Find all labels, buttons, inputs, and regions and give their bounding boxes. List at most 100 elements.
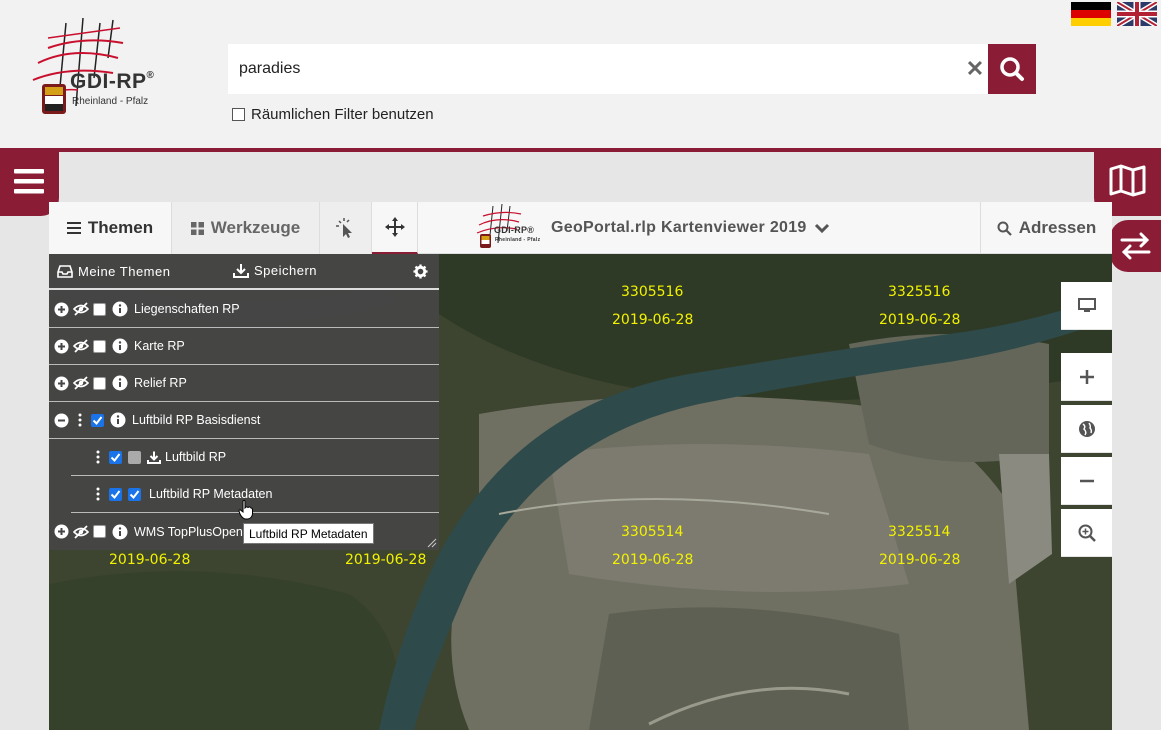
tab-werkzeuge[interactable]: Werkzeuge: [172, 202, 320, 254]
expand-plus-icon[interactable]: [54, 302, 69, 317]
query-checkbox[interactable]: [128, 450, 141, 464]
tab-werkzeuge-label: Werkzeuge: [210, 218, 301, 237]
layer-row[interactable]: Karte RP: [49, 328, 439, 365]
visibility-off-icon[interactable]: [73, 376, 89, 390]
drag-handle-icon[interactable]: [91, 487, 105, 501]
layer-checkbox[interactable]: [93, 339, 106, 353]
gdi-rp-logo[interactable]: GDI-RP® Rheinland - Pfalz: [28, 17, 178, 123]
logo-subtitle: Rheinland - Pfalz: [72, 96, 149, 107]
fullscreen-button[interactable]: [1061, 282, 1112, 330]
my-themes-button[interactable]: Meine Themen: [57, 264, 170, 279]
layer-name: Luftbild RP Basisdienst: [132, 413, 261, 427]
zoom-in-button[interactable]: [1061, 353, 1112, 401]
full-extent-button[interactable]: [1061, 405, 1112, 453]
save-button[interactable]: Speichern: [233, 263, 317, 278]
expand-plus-icon[interactable]: [54, 376, 69, 391]
grid-tile-date: 2019-06-28: [612, 312, 694, 328]
header-divider: [0, 148, 1161, 152]
info-icon[interactable]: [110, 412, 126, 428]
sublayer-row[interactable]: Luftbild RP Metadaten: [71, 476, 439, 513]
inbox-icon: [57, 265, 73, 278]
grid-tile-date: 2019-06-28: [879, 552, 961, 568]
layer-row[interactable]: Luftbild RP Basisdienst: [49, 402, 439, 439]
expand-plus-icon[interactable]: [54, 339, 69, 354]
layer-name: Karte RP: [134, 339, 185, 353]
search-icon: [1000, 57, 1024, 81]
my-themes-label: Meine Themen: [78, 264, 171, 279]
zoom-magnifier-icon: [1078, 524, 1096, 542]
search-button[interactable]: [988, 44, 1036, 94]
minus-icon: [1079, 479, 1094, 482]
uk-flag-icon[interactable]: [1117, 2, 1157, 26]
visibility-off-icon[interactable]: [73, 339, 89, 353]
layer-checkbox[interactable]: [93, 525, 106, 538]
download-icon[interactable]: [147, 451, 161, 464]
layer-name: Luftbild RP: [165, 450, 227, 464]
settings-button[interactable]: [413, 264, 428, 279]
layer-panel-header: Meine Themen Speichern: [49, 254, 439, 290]
grid-tile-date: 2019-06-28: [612, 552, 694, 568]
info-icon[interactable]: [112, 301, 128, 317]
plus-icon: [1079, 369, 1094, 384]
resize-handle-icon[interactable]: [427, 538, 437, 548]
layer-row[interactable]: Liegenschaften RP: [49, 291, 439, 328]
sublayer-row[interactable]: Luftbild RP: [71, 439, 439, 476]
save-label: Speichern: [254, 263, 318, 278]
move-arrows-icon: [384, 217, 405, 237]
address-search-button[interactable]: Adressen: [980, 202, 1112, 254]
layer-checkbox[interactable]: [91, 413, 104, 427]
select-tool-button[interactable]: [320, 202, 372, 254]
layer-row[interactable]: Relief RP: [49, 365, 439, 402]
zoom-box-button[interactable]: [1061, 509, 1112, 557]
info-icon[interactable]: [112, 338, 128, 354]
query-checkbox[interactable]: [128, 487, 141, 501]
layer-name: Luftbild RP Metadaten: [149, 487, 273, 501]
grid-tile-id: 3305514: [621, 524, 684, 540]
layer-checkbox[interactable]: [109, 450, 122, 464]
german-flag-icon[interactable]: [1071, 2, 1111, 26]
drag-handle-icon[interactable]: [91, 450, 105, 464]
grid-tile-id: 3325514: [888, 524, 951, 540]
viewer-toolbar: Themen Werkzeuge GDI-RP® Rheinland - Pfa…: [49, 202, 1112, 254]
visibility-off-icon[interactable]: [73, 302, 89, 316]
layer-tooltip: Luftbild RP Metadaten: [243, 523, 374, 544]
swap-panel-button[interactable]: [1110, 220, 1161, 272]
hand-cursor-icon: [238, 500, 253, 520]
pointer-click-icon: [335, 218, 352, 238]
list-icon: [66, 222, 81, 234]
layer-checkbox[interactable]: [109, 487, 122, 501]
monitor-icon: [1077, 297, 1096, 312]
info-icon[interactable]: [112, 375, 128, 391]
layer-name: Relief RP: [134, 376, 187, 390]
zoom-out-button[interactable]: [1061, 457, 1112, 505]
gear-icon: [413, 264, 428, 279]
grid-tile-id: 3325516: [888, 284, 951, 300]
collapse-minus-icon[interactable]: [54, 413, 69, 428]
tab-themen[interactable]: Themen: [49, 202, 172, 254]
layer-name: WMS TopPlusOpen: [134, 524, 243, 539]
search-input[interactable]: [229, 45, 959, 93]
tab-themen-label: Themen: [87, 218, 154, 237]
info-icon[interactable]: [112, 524, 128, 540]
chevron-down-icon: [814, 223, 829, 234]
spatial-filter-checkbox[interactable]: [232, 107, 245, 121]
grid-tile-id: 3305516: [621, 284, 684, 300]
grid-tile-date: 2019-06-28: [109, 552, 191, 568]
grid-tile-date: 2019-06-28: [345, 552, 427, 568]
expand-plus-icon[interactable]: [54, 524, 69, 539]
layer-name: Liegenschaften RP: [134, 302, 240, 316]
globe-icon: [1078, 420, 1095, 437]
viewer-title-dropdown[interactable]: GDI-RP® Rheinland - Pfalz GeoPortal.rlp …: [475, 202, 830, 254]
grid-icon: [190, 221, 204, 235]
pan-tool-button[interactable]: [372, 202, 418, 254]
visibility-off-icon[interactable]: [73, 524, 89, 539]
drag-handle-icon[interactable]: [73, 413, 87, 427]
spatial-filter-label: Räumlichen Filter benutzen: [251, 105, 434, 123]
clear-search-icon[interactable]: ✕: [964, 58, 986, 80]
search-field: ✕: [228, 44, 988, 94]
spatial-filter[interactable]: Räumlichen Filter benutzen: [232, 105, 434, 123]
svg-text:Rheinland - Pfalz: Rheinland - Pfalz: [495, 237, 541, 243]
layer-checkbox[interactable]: [93, 376, 106, 390]
search-icon: [997, 221, 1012, 236]
layer-checkbox[interactable]: [93, 302, 106, 316]
